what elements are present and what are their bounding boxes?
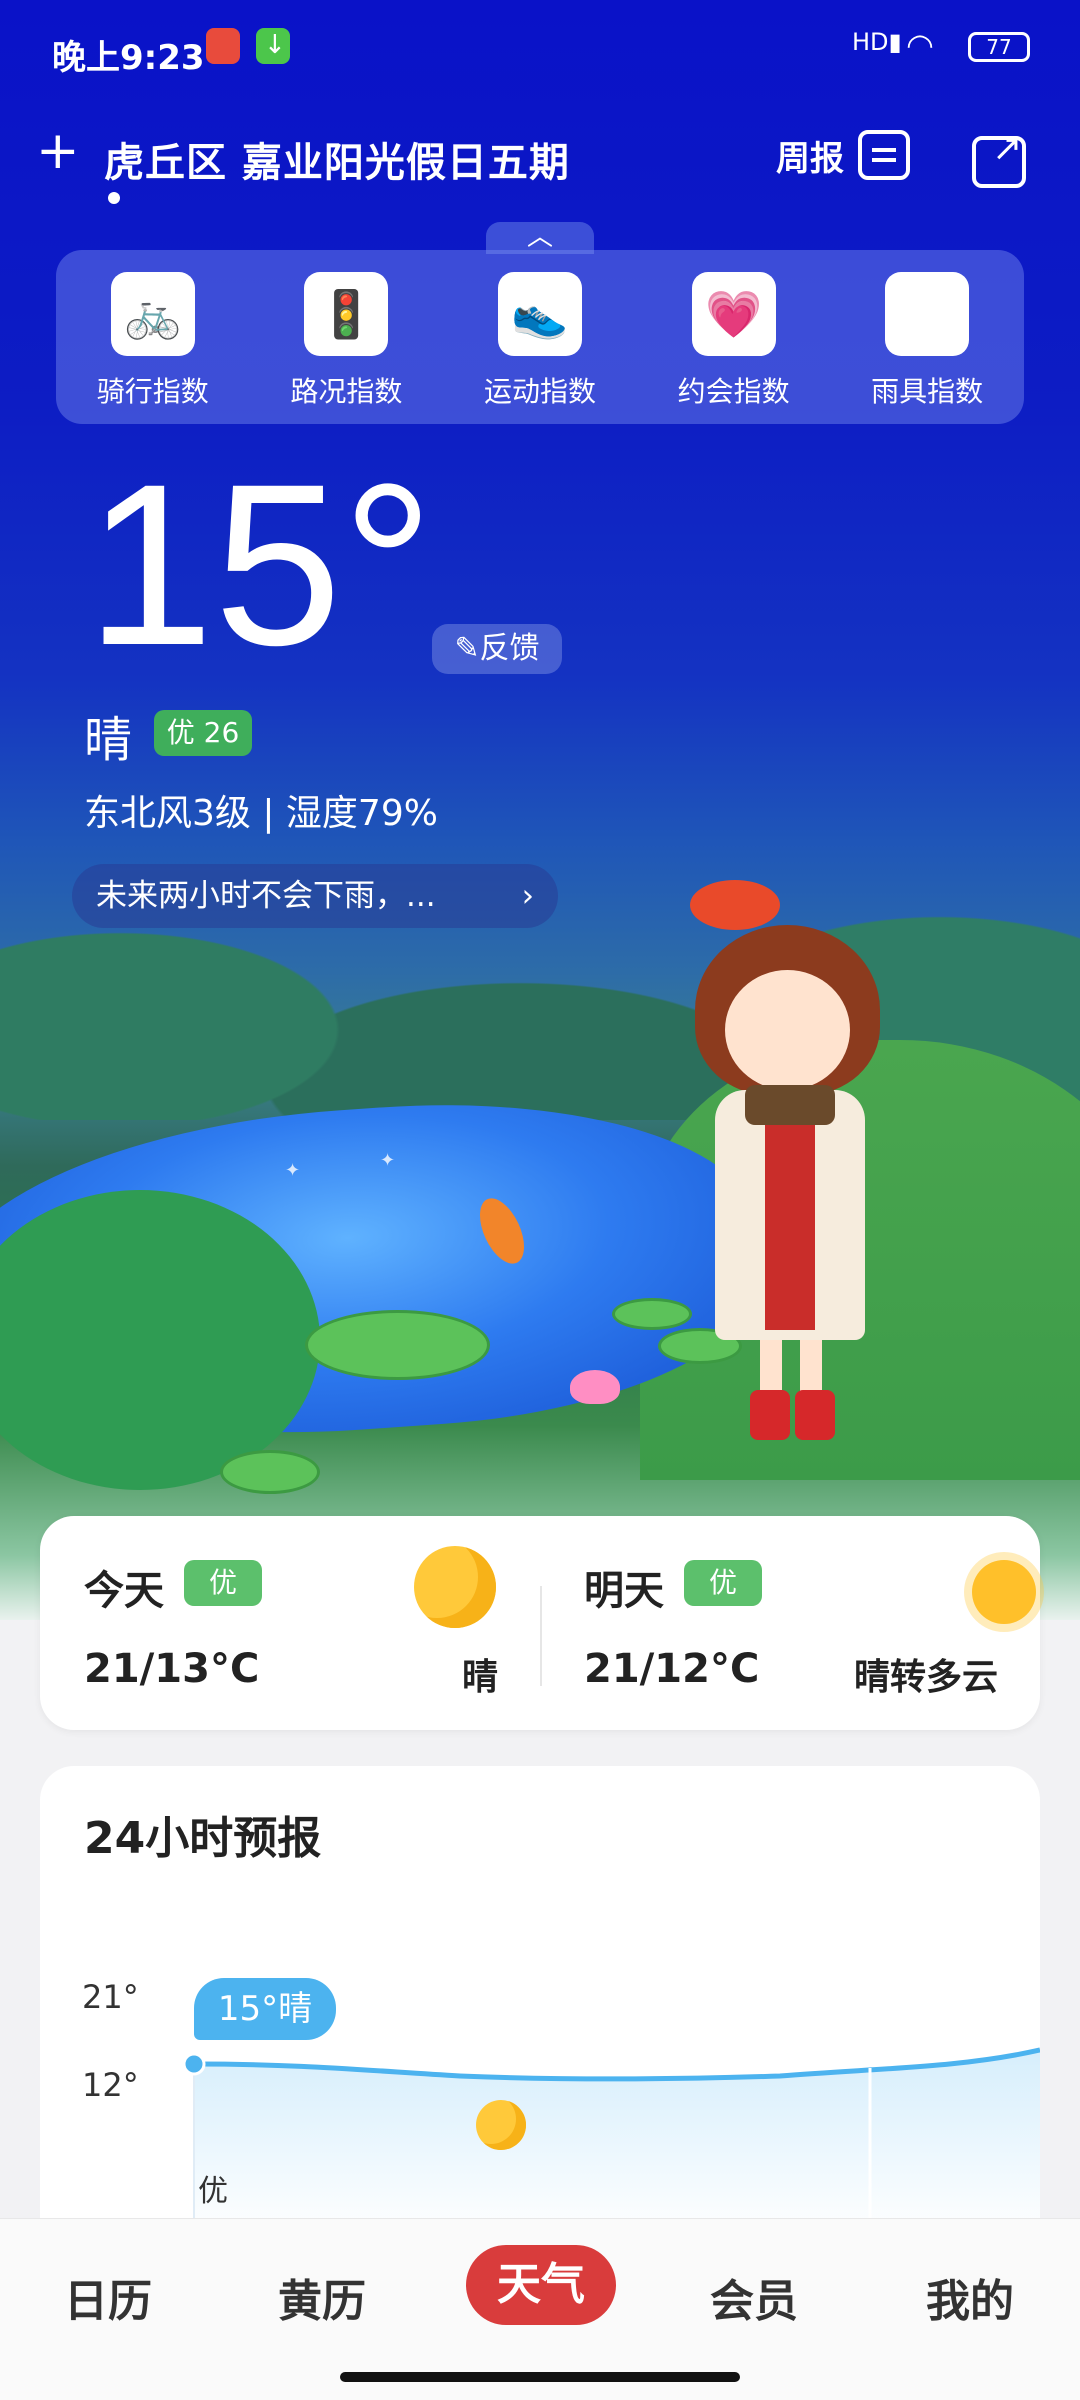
index-traffic[interactable]: 🚦 路况指数: [261, 272, 431, 424]
weekly-report-label: 周报: [776, 138, 844, 179]
index-label: 骑行指数: [96, 375, 209, 408]
index-label: 雨具指数: [871, 375, 984, 408]
home-indicator[interactable]: [340, 2372, 740, 2382]
sparkle: ✦: [285, 1160, 301, 1181]
share-button[interactable]: [972, 128, 1026, 188]
lotus-flower: [570, 1370, 620, 1404]
today-forecast[interactable]: 今天 优 21/13°C 晴: [40, 1516, 520, 1730]
now-point[interactable]: [182, 2052, 206, 2076]
nav-profile[interactable]: 我的: [900, 2265, 1040, 2329]
calendar-icon: [858, 130, 910, 180]
life-indices-bar: 🚲 骑行指数 🚦 路况指数 👟 运动指数 💗 约会指数 ☂ 雨具指数: [56, 250, 1024, 424]
traffic-light-icon: 🚦: [304, 272, 389, 356]
nav-membership[interactable]: 会员: [684, 2265, 824, 2329]
moon-icon: [476, 2100, 526, 2150]
day-name: 今天: [84, 1568, 164, 1614]
chevron-right-icon: ›: [521, 878, 534, 914]
moon-icon: [414, 1546, 496, 1628]
feedback-button[interactable]: ✎反馈: [432, 624, 562, 674]
sparkle: ✦: [380, 1150, 396, 1171]
status-bar: 晚上9:23 HD▮ ◠ 77: [0, 0, 1080, 96]
signal-icon: HD▮: [852, 28, 902, 56]
aqi-badge: 优: [684, 1560, 762, 1606]
temp-range: 21/13°C: [84, 1646, 260, 1692]
wifi-icon: ◠: [906, 26, 934, 64]
girl-character: [680, 880, 910, 1480]
battery-icon: 77: [968, 32, 1030, 62]
bicycle-icon: 🚲: [110, 272, 195, 356]
day-name: 明天: [584, 1568, 664, 1614]
add-city-button[interactable]: +: [36, 125, 80, 177]
index-label: 约会指数: [677, 375, 790, 408]
card-title: 24小时预报: [84, 1813, 322, 1864]
index-sports[interactable]: 👟 运动指数: [455, 272, 625, 424]
sneaker-icon: 👟: [497, 272, 582, 356]
temp-range: 21/12°C: [584, 1646, 760, 1692]
index-dating[interactable]: 💗 约会指数: [649, 272, 819, 424]
wind-humidity: 东北风3级 | 湿度79%: [84, 793, 438, 834]
lily-pad: [305, 1310, 490, 1380]
nav-calendar[interactable]: 日历: [38, 2265, 178, 2329]
weather-desc: 晴转多云: [853, 1657, 998, 1698]
umbrella-icon: ☂: [885, 272, 970, 356]
location-title[interactable]: 虎丘区 嘉业阳光假日五期: [104, 130, 570, 188]
sun-icon: [972, 1560, 1036, 1624]
current-temperature: 15°: [86, 436, 434, 693]
download-icon: [256, 28, 290, 64]
rain-forecast-text: 未来两小时不会下雨，...: [96, 878, 436, 914]
page-indicator-dot: [108, 192, 120, 204]
aqi-badge: 优: [184, 1560, 262, 1606]
heart-icon: 💗: [691, 272, 776, 356]
nav-almanac[interactable]: 黄历: [252, 2265, 392, 2329]
index-cycling[interactable]: 🚲 骑行指数: [68, 272, 238, 424]
index-umbrella[interactable]: ☂ 雨具指数: [842, 272, 1012, 424]
current-condition: 晴: [84, 712, 133, 768]
status-time: 晚上9:23: [52, 38, 205, 78]
index-label: 路况指数: [290, 375, 403, 408]
lily-pad: [220, 1450, 320, 1494]
weather-desc: 晴: [461, 1657, 498, 1698]
daily-summary-card[interactable]: 今天 优 21/13°C 晴 明天 优 21/12°C 晴转多云: [40, 1516, 1040, 1730]
current-hour-tooltip: 15°晴: [194, 1978, 336, 2040]
nav-weather[interactable]: 天气: [466, 2245, 616, 2325]
index-label: 运动指数: [483, 375, 596, 408]
hour-aqi-label: 优: [198, 2174, 228, 2209]
rain-forecast-banner[interactable]: 未来两小时不会下雨，... ›: [72, 864, 558, 928]
aqi-badge[interactable]: 优 26: [154, 710, 252, 756]
weekly-report-button[interactable]: 周报: [776, 130, 910, 180]
y-axis-label-top: 21°: [82, 1978, 139, 2016]
location-header: + 虎丘区 嘉业阳光假日五期 周报: [0, 120, 1080, 220]
tomorrow-forecast[interactable]: 明天 优 21/12°C 晴转多云: [540, 1516, 1036, 1730]
y-axis-label-bottom: 12°: [82, 2066, 139, 2104]
app-notification-icon: [206, 28, 240, 64]
temperature-line-chart[interactable]: [180, 2006, 1040, 2236]
